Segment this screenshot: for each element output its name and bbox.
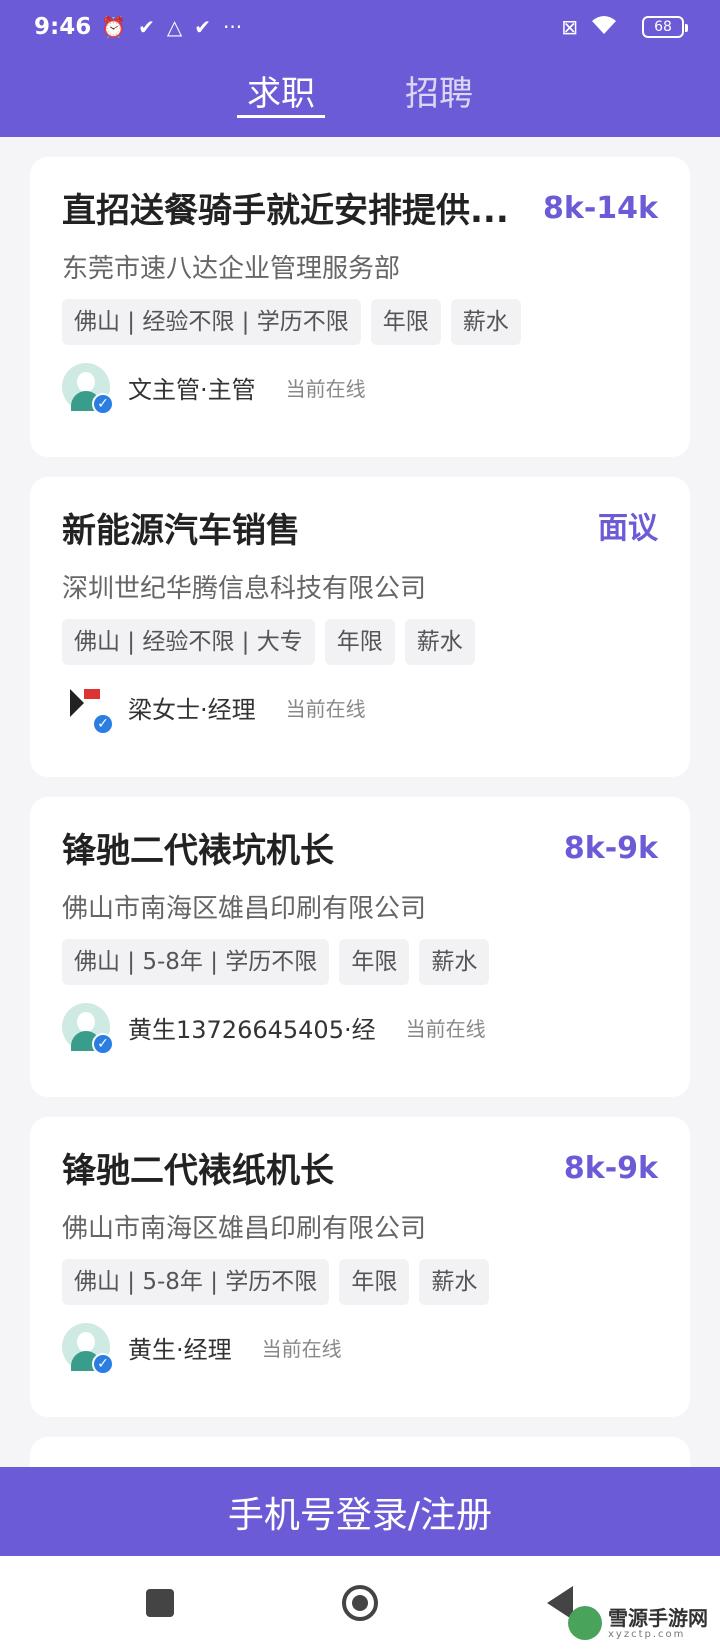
job-tags: 佛山 | 经验不限 | 大专 年限 薪水 <box>62 619 658 665</box>
tab-recruiting[interactable]: 招聘 <box>395 62 483 122</box>
avatar: ✓ <box>62 1323 114 1375</box>
company-name: 佛山市南海区雄昌印刷有限公司 <box>62 894 427 924</box>
recruiter-name: 黄生13726645405·经 <box>128 1015 376 1044</box>
battery-icon: 68 <box>642 16 688 38</box>
online-status: 当前在线 <box>285 376 366 401</box>
tag: 年限 <box>370 299 441 345</box>
job-card[interactable]: 新能源汽车销售 面议 深圳世纪华腾信息科技有限公司 佛山 | 经验不限 | 大专… <box>30 477 690 777</box>
job-salary: 8k-9k <box>563 831 658 866</box>
recruiter-name: 文主管·主管 <box>128 375 256 404</box>
status-time: 9:46 <box>34 14 92 40</box>
job-title: 锋驰二代裱坑机长 <box>62 831 334 871</box>
recruiter-info: ✓ 黄生13726645405·经 当前在线 <box>62 1003 658 1055</box>
watermark-logo-icon <box>568 1606 602 1640</box>
job-card[interactable]: 锋驰二代裱纸机长 8k-9k 佛山市南海区雄昌印刷有限公司 佛山 | 5-8年 … <box>30 1117 690 1417</box>
job-card[interactable]: 直招送餐骑手就近安排提供... 8k-14k 东莞市速八达企业管理服务部 佛山 … <box>30 157 690 457</box>
avatar: ✓ <box>62 1003 114 1055</box>
tag: 薪水 <box>419 1259 490 1305</box>
tag: 年限 <box>324 619 395 665</box>
app-header: 9:46 ⏰ ✔ △ ✔ ··· ⊠ 68 求职 招聘 <box>0 0 720 137</box>
tag: 薪水 <box>450 299 521 345</box>
watermark-sub: xyzctp.com <box>608 1628 686 1640</box>
square-icon <box>146 1589 174 1617</box>
tab-job-seeking[interactable]: 求职 <box>237 62 325 122</box>
company-name: 深圳世纪华腾信息科技有限公司 <box>62 574 427 604</box>
company-name: 佛山市南海区雄昌印刷有限公司 <box>62 1214 427 1244</box>
job-tags: 佛山 | 5-8年 | 学历不限 年限 薪水 <box>62 1259 658 1305</box>
verified-icon: ✓ <box>92 1353 114 1375</box>
tag: 薪水 <box>419 939 490 985</box>
recruiter-info: ✓ 黄生·经理 当前在线 <box>62 1323 658 1375</box>
watermark: 雪源手游网 xyzctp.com <box>568 1606 708 1640</box>
job-card[interactable]: 锋驰二代裱坑机长 8k-9k 佛山市南海区雄昌印刷有限公司 佛山 | 5-8年 … <box>30 797 690 1097</box>
online-status: 当前在线 <box>405 1016 486 1041</box>
phone-login-button[interactable]: 手机号登录/注册 <box>0 1467 720 1556</box>
watermark-text: 雪源手游网 <box>608 1605 708 1630</box>
tag: 佛山 | 经验不限 | 大专 <box>62 619 315 665</box>
tag: 佛山 | 5-8年 | 学历不限 <box>62 939 330 985</box>
recruiter-info: ✓ 文主管·主管 当前在线 <box>62 363 658 415</box>
job-tags: 佛山 | 经验不限 | 学历不限 年限 薪水 <box>62 299 658 345</box>
job-tags: 佛山 | 5-8年 | 学历不限 年限 薪水 <box>62 939 658 985</box>
verified-icon: ✓ <box>92 393 114 415</box>
tab-bar: 求职 招聘 <box>0 62 720 122</box>
more-icon: ··· <box>223 15 243 39</box>
job-title: 直招送餐骑手就近安排提供... <box>62 191 509 231</box>
tag: 佛山 | 经验不限 | 学历不限 <box>62 299 361 345</box>
drive-icon: △ <box>166 15 183 39</box>
job-salary: 8k-14k <box>543 191 658 226</box>
verified-icon: ✓ <box>92 1033 114 1055</box>
job-salary: 8k-9k <box>563 1151 658 1186</box>
check-icon: ✔ <box>138 15 155 39</box>
online-status: 当前在线 <box>261 1336 342 1361</box>
job-salary: 面议 <box>598 511 658 546</box>
tag: 佛山 | 5-8年 | 学历不限 <box>62 1259 330 1305</box>
recruiter-name: 黄生·经理 <box>128 1335 232 1364</box>
tag: 薪水 <box>404 619 475 665</box>
job-title: 锋驰二代裱纸机长 <box>62 1151 334 1191</box>
system-nav-bar: 雪源手游网 xyzctp.com <box>0 1556 720 1650</box>
home-button[interactable] <box>335 1578 385 1628</box>
tag: 年限 <box>339 1259 410 1305</box>
verified-icon: ✓ <box>92 713 114 735</box>
alarm-off-icon: ⏰ <box>101 15 127 39</box>
recruiter-name: 梁女士·经理 <box>128 695 256 724</box>
avatar: ✓ <box>62 363 114 415</box>
recruiter-info: ✓ 梁女士·经理 当前在线 <box>62 683 658 735</box>
check-icon: ✔ <box>194 15 212 39</box>
circle-icon <box>342 1585 378 1621</box>
company-name: 东莞市速八达企业管理服务部 <box>62 254 401 284</box>
job-list: 直招送餐骑手就近安排提供... 8k-14k 东莞市速八达企业管理服务部 佛山 … <box>30 157 690 1497</box>
sim-off-icon: ⊠ <box>561 15 578 39</box>
status-bar: 9:46 ⏰ ✔ △ ✔ ··· ⊠ 68 <box>0 0 720 54</box>
online-status: 当前在线 <box>285 696 366 721</box>
company-logo: ✓ <box>62 683 114 735</box>
recents-button[interactable] <box>135 1578 185 1628</box>
tag: 年限 <box>339 939 410 985</box>
job-title: 新能源汽车销售 <box>62 511 300 551</box>
wifi-icon <box>590 14 618 41</box>
